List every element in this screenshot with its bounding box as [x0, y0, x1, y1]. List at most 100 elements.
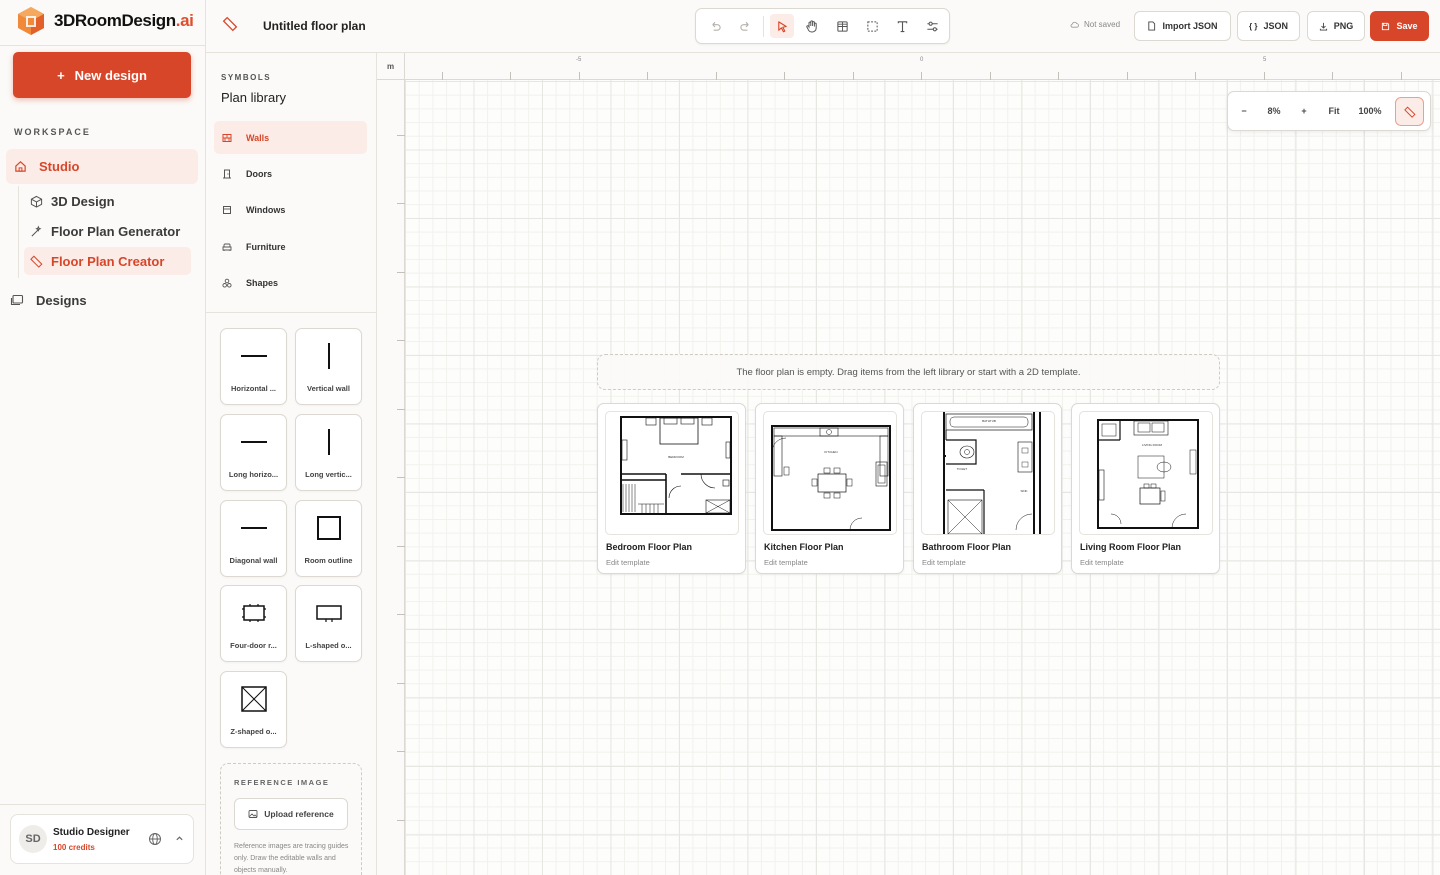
- long-vertical-wall-icon: [328, 429, 330, 455]
- long-horizontal-wall-icon: [241, 441, 267, 443]
- measure-tool-button[interactable]: [1395, 97, 1424, 126]
- svg-text:KITCHEN: KITCHEN: [824, 450, 837, 454]
- edit-template-link[interactable]: Edit template: [922, 558, 966, 567]
- nav-floor-plan-generator[interactable]: Floor Plan Generator: [24, 217, 191, 245]
- edit-template-link[interactable]: Edit template: [1080, 558, 1124, 567]
- text-tool-icon[interactable]: [890, 14, 914, 38]
- template-thumbnail: KITCHEN: [763, 411, 897, 535]
- category-furniture-label: Furniture: [246, 241, 286, 252]
- ruler-label: 5: [1263, 57, 1267, 63]
- symbol-room-outline[interactable]: Room outline: [295, 500, 362, 577]
- category-walls[interactable]: Walls: [214, 121, 367, 154]
- save-button[interactable]: Save: [1370, 11, 1429, 41]
- adjustments-icon[interactable]: [920, 14, 944, 38]
- undo-icon[interactable]: [703, 14, 727, 38]
- magic-wand-icon: [31, 225, 42, 237]
- save-status: Not saved: [1070, 20, 1120, 29]
- logo-cube-icon: [18, 7, 44, 35]
- symbol-long-horizontal-wall[interactable]: Long horizo...: [220, 414, 287, 491]
- floppy-disk-icon: [1382, 22, 1390, 30]
- grid-table-icon[interactable]: [830, 14, 854, 38]
- library-title: Plan library: [221, 90, 287, 105]
- nav-floor-plan-creator[interactable]: Floor Plan Creator: [24, 247, 191, 275]
- l-shaped-outline-icon: [316, 605, 342, 622]
- symbol-z-shaped-outline[interactable]: Z-shaped o...: [220, 671, 287, 748]
- pan-hand-icon[interactable]: [800, 14, 824, 38]
- import-json-button[interactable]: Import JSON: [1134, 11, 1231, 41]
- bathroom-plan-thumbnail: BATHTUB TOILET SINK: [943, 412, 1041, 534]
- page-title[interactable]: Untitled floor plan: [263, 19, 366, 33]
- plus-icon: +: [57, 67, 65, 83]
- category-shapes[interactable]: Shapes: [214, 266, 367, 299]
- divider: [0, 45, 205, 46]
- template-card-living-room[interactable]: LIVING ROOM Living Room Floor Plan Edit …: [1071, 403, 1220, 574]
- symbol-diagonal-wall[interactable]: Diagonal wall: [220, 500, 287, 577]
- new-design-button[interactable]: + New design: [13, 52, 191, 98]
- nav-designs-label: Designs: [36, 292, 87, 308]
- chevron-up-icon[interactable]: [175, 834, 184, 843]
- template-name: Kitchen Floor Plan: [764, 542, 844, 552]
- redo-icon[interactable]: [733, 14, 757, 38]
- symbol-label: Horizontal ...: [231, 384, 276, 393]
- symbol-label: Room outline: [304, 556, 353, 565]
- template-name: Bathroom Floor Plan: [922, 542, 1012, 552]
- svg-text:TOILET: TOILET: [957, 467, 968, 471]
- symbol-four-door-room[interactable]: Four-door r...: [220, 585, 287, 662]
- nav-floor-plan-creator-label: Floor Plan Creator: [51, 253, 165, 269]
- category-doors[interactable]: Doors: [214, 157, 367, 190]
- json-export-button[interactable]: { } JSON: [1237, 11, 1300, 41]
- symbol-long-vertical-wall[interactable]: Long vertic...: [295, 414, 362, 491]
- edit-template-link[interactable]: Edit template: [606, 558, 650, 567]
- template-thumbnail: BEDROOM: [605, 411, 739, 535]
- template-card-bathroom[interactable]: BATHTUB TOILET SINK Bathroom Floor Plan …: [913, 403, 1062, 574]
- divider: [0, 804, 205, 805]
- upload-reference-button[interactable]: Upload reference: [234, 798, 348, 830]
- category-shapes-label: Shapes: [246, 277, 279, 288]
- door-icon: [223, 169, 231, 178]
- reference-label: REFERENCE IMAGE: [234, 778, 330, 787]
- brick-wall-icon: [222, 133, 232, 142]
- png-export-label: PNG: [1333, 21, 1354, 31]
- subnav-line: [18, 186, 19, 278]
- nav-3d-design[interactable]: 3D Design: [24, 187, 191, 215]
- symbol-label: L-shaped o...: [305, 641, 352, 650]
- zoom-out-button[interactable]: −: [1232, 92, 1256, 130]
- room-outline-icon: [317, 516, 341, 540]
- nav-studio[interactable]: Studio: [6, 149, 198, 184]
- floor-plan-canvas[interactable]: -5 0 5 m − 8% + Fit 100% The floor plan …: [377, 53, 1440, 875]
- reset-zoom-button[interactable]: 100%: [1350, 92, 1390, 130]
- png-export-button[interactable]: PNG: [1307, 11, 1365, 41]
- category-furniture[interactable]: Furniture: [214, 230, 367, 263]
- symbol-horizontal-wall[interactable]: Horizontal ...: [220, 328, 287, 405]
- ruler-icon: [30, 255, 43, 268]
- edit-template-link[interactable]: Edit template: [764, 558, 808, 567]
- template-card-kitchen[interactable]: KITCHEN Kitchen Floor Plan Edit template: [755, 403, 904, 574]
- category-windows[interactable]: Windows: [214, 193, 367, 226]
- symbols-label: SYMBOLS: [221, 73, 272, 82]
- symbol-label: Z-shaped o...: [230, 727, 277, 736]
- unit-label: m: [377, 53, 405, 80]
- header: Untitled floor plan Not saved Import JSO…: [206, 0, 1440, 53]
- marquee-select-icon[interactable]: [860, 14, 884, 38]
- cloud-icon: [1070, 21, 1079, 28]
- shapes-icon: [222, 278, 232, 288]
- sofa-icon: [222, 243, 232, 251]
- nav-3d-design-label: 3D Design: [51, 193, 115, 209]
- ruler-icon: [1403, 105, 1416, 118]
- cube-icon: [30, 195, 43, 208]
- fit-button[interactable]: Fit: [1318, 92, 1350, 130]
- zoom-in-button[interactable]: +: [1292, 92, 1316, 130]
- ruler-horizontal: -5 0 5: [377, 53, 1440, 80]
- user-card[interactable]: SD Studio Designer 100 credits: [10, 814, 194, 864]
- symbol-l-shaped-outline[interactable]: L-shaped o...: [295, 585, 362, 662]
- nav-designs[interactable]: Designs: [10, 290, 87, 310]
- logo[interactable]: 3DRoomDesign.ai: [16, 4, 194, 38]
- template-card-bedroom[interactable]: BEDROOM Bedroom Floor Plan Edit template: [597, 403, 746, 574]
- globe-icon[interactable]: [148, 832, 162, 846]
- reference-note: Reference images are tracing guides only…: [234, 843, 349, 874]
- symbol-vertical-wall[interactable]: Vertical wall: [295, 328, 362, 405]
- horizontal-wall-icon: [241, 355, 267, 357]
- select-icon[interactable]: [770, 14, 794, 38]
- template-thumbnail: LIVING ROOM: [1079, 411, 1213, 535]
- save-label: Save: [1396, 21, 1418, 31]
